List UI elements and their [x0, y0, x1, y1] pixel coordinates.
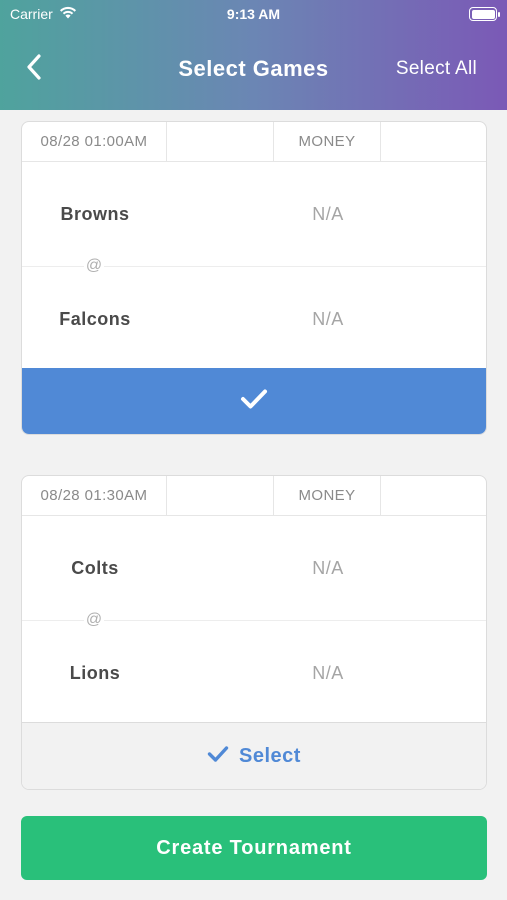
market-label: MONEY — [274, 122, 381, 161]
checkmark-icon — [240, 388, 268, 415]
home-team-odds: N/A — [312, 663, 344, 683]
home-team-odds: N/A — [312, 309, 344, 329]
away-team-odds: N/A — [312, 558, 344, 578]
nav-bar: Select Games Select All — [0, 40, 507, 98]
select-game-button[interactable]: Select — [22, 722, 486, 789]
game-datetime: 08/28 01:00AM — [22, 122, 167, 161]
select-label: Select — [239, 744, 301, 767]
checkmark-icon — [207, 745, 229, 768]
market-label: MONEY — [274, 476, 381, 515]
game-datetime: 08/28 01:30AM — [22, 476, 167, 515]
header: Carrier 9:13 AM Select Games Select All — [0, 0, 507, 110]
away-team-odds: N/A — [312, 204, 344, 224]
home-team-row: Falcons N/A — [22, 267, 486, 371]
home-team-name: Lions — [69, 663, 121, 683]
away-team-name: Colts — [71, 558, 119, 578]
game-card: 08/28 01:30AM MONEY Colts N/A @ Lions N/… — [21, 475, 487, 790]
battery-icon — [469, 7, 500, 21]
home-team-row: Lions N/A — [22, 621, 486, 725]
game-info-row: 08/28 01:00AM MONEY — [22, 122, 486, 162]
status-time: 9:13 AM — [226, 6, 281, 22]
create-tournament-button[interactable]: Create Tournament — [21, 816, 487, 880]
away-team-name: Browns — [60, 204, 130, 224]
status-bar: Carrier 9:13 AM — [0, 0, 507, 30]
select-all-button[interactable]: Select All — [396, 58, 477, 80]
away-team-row: Colts N/A — [22, 516, 486, 620]
game-card: 08/28 01:00AM MONEY Browns N/A @ Falcons… — [21, 121, 487, 435]
game-info-row: 08/28 01:30AM MONEY — [22, 476, 486, 516]
home-team-name: Falcons — [59, 309, 131, 329]
deselect-game-button[interactable] — [22, 368, 486, 434]
away-team-row: Browns N/A — [22, 162, 486, 266]
